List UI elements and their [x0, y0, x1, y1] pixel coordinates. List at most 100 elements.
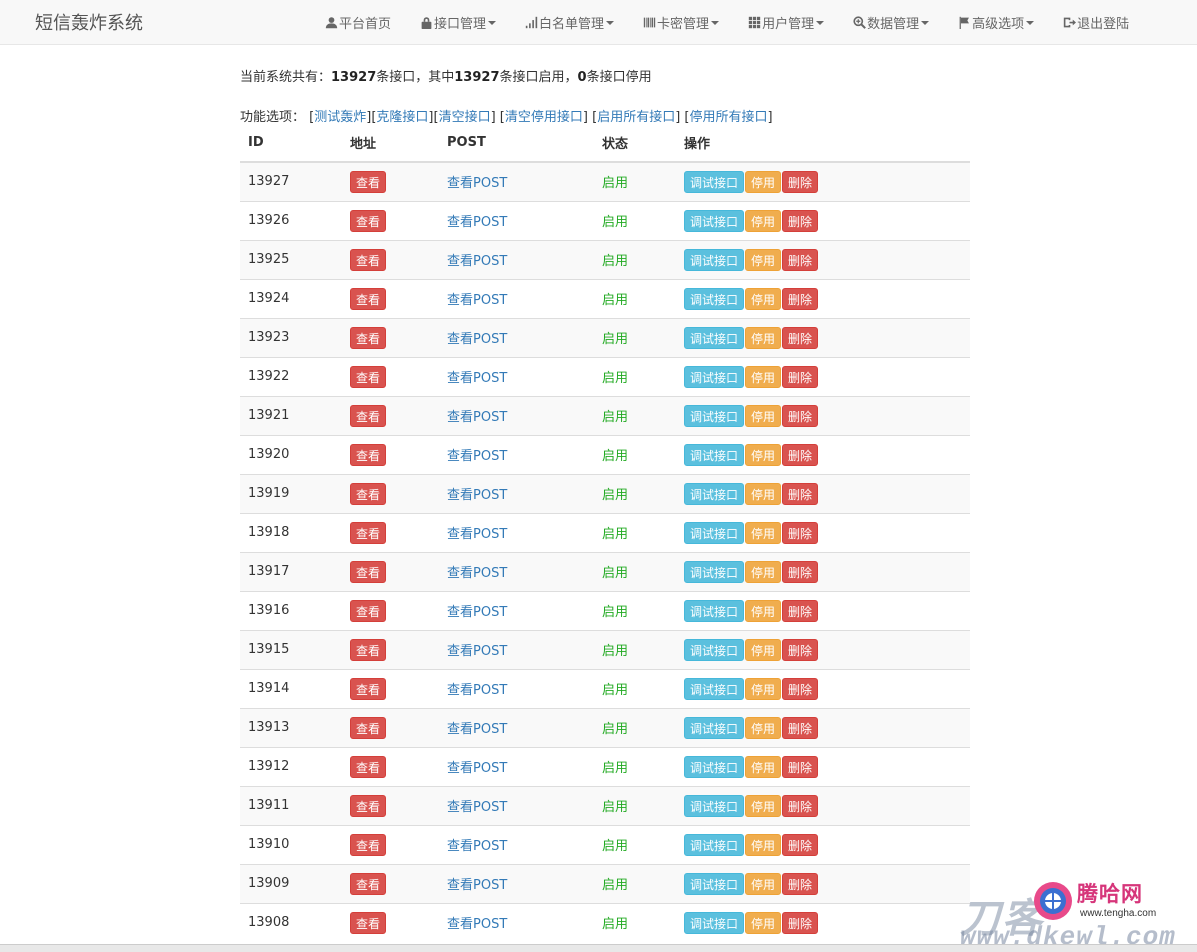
- debug-interface-button[interactable]: 调试接口: [684, 599, 745, 622]
- function-link-3[interactable]: 清空停用接口: [505, 110, 583, 125]
- view-address-button[interactable]: 查看: [350, 833, 387, 856]
- debug-interface-button[interactable]: 调试接口: [684, 911, 745, 934]
- nav-item-2[interactable]: 白名单管理: [510, 0, 628, 45]
- delete-button[interactable]: 删除: [782, 872, 819, 895]
- nav-item-6[interactable]: 高级选项: [943, 0, 1048, 45]
- disable-button[interactable]: 停用: [745, 365, 782, 388]
- delete-button[interactable]: 删除: [782, 716, 819, 739]
- delete-button[interactable]: 删除: [782, 521, 819, 544]
- delete-button[interactable]: 删除: [782, 833, 819, 856]
- view-post-link[interactable]: 查看POST: [447, 839, 507, 854]
- nav-item-1[interactable]: 接口管理: [405, 0, 510, 45]
- delete-button[interactable]: 删除: [782, 170, 819, 193]
- function-link-5[interactable]: 停用所有接口: [690, 110, 768, 125]
- view-post-link[interactable]: 查看POST: [447, 527, 507, 542]
- view-address-button[interactable]: 查看: [350, 716, 387, 739]
- delete-button[interactable]: 删除: [782, 599, 819, 622]
- disable-button[interactable]: 停用: [745, 209, 782, 232]
- view-post-link[interactable]: 查看POST: [447, 878, 507, 893]
- disable-button[interactable]: 停用: [745, 482, 782, 505]
- view-post-link[interactable]: 查看POST: [447, 566, 507, 581]
- view-post-link[interactable]: 查看POST: [447, 293, 507, 308]
- view-post-link[interactable]: 查看POST: [447, 683, 507, 698]
- debug-interface-button[interactable]: 调试接口: [684, 833, 745, 856]
- delete-button[interactable]: 删除: [782, 443, 819, 466]
- disable-button[interactable]: 停用: [745, 638, 782, 661]
- nav-item-0[interactable]: 平台首页: [310, 0, 405, 45]
- view-address-button[interactable]: 查看: [350, 209, 387, 232]
- view-post-link[interactable]: 查看POST: [447, 488, 507, 503]
- delete-button[interactable]: 删除: [782, 794, 819, 817]
- disable-button[interactable]: 停用: [745, 560, 782, 583]
- delete-button[interactable]: 删除: [782, 248, 819, 271]
- view-address-button[interactable]: 查看: [350, 404, 387, 427]
- disable-button[interactable]: 停用: [745, 443, 782, 466]
- delete-button[interactable]: 删除: [782, 365, 819, 388]
- debug-interface-button[interactable]: 调试接口: [684, 365, 745, 388]
- delete-button[interactable]: 删除: [782, 638, 819, 661]
- bottom-scrollbar[interactable]: [0, 944, 1197, 952]
- disable-button[interactable]: 停用: [745, 404, 782, 427]
- function-link-4[interactable]: 启用所有接口: [597, 110, 675, 125]
- view-address-button[interactable]: 查看: [350, 677, 387, 700]
- view-address-button[interactable]: 查看: [350, 755, 387, 778]
- view-post-link[interactable]: 查看POST: [447, 800, 507, 815]
- nav-item-4[interactable]: 用户管理: [733, 0, 838, 45]
- debug-interface-button[interactable]: 调试接口: [684, 716, 745, 739]
- delete-button[interactable]: 删除: [782, 287, 819, 310]
- view-post-link[interactable]: 查看POST: [447, 332, 507, 347]
- view-address-button[interactable]: 查看: [350, 638, 387, 661]
- debug-interface-button[interactable]: 调试接口: [684, 794, 745, 817]
- nav-item-7[interactable]: 退出登陆: [1048, 0, 1143, 45]
- debug-interface-button[interactable]: 调试接口: [684, 872, 745, 895]
- debug-interface-button[interactable]: 调试接口: [684, 287, 745, 310]
- function-link-0[interactable]: 测试轰炸: [314, 110, 366, 125]
- view-post-link[interactable]: 查看POST: [447, 176, 507, 191]
- disable-button[interactable]: 停用: [745, 755, 782, 778]
- delete-button[interactable]: 删除: [782, 755, 819, 778]
- disable-button[interactable]: 停用: [745, 911, 782, 934]
- debug-interface-button[interactable]: 调试接口: [684, 248, 745, 271]
- view-address-button[interactable]: 查看: [350, 599, 387, 622]
- view-post-link[interactable]: 查看POST: [447, 371, 507, 386]
- delete-button[interactable]: 删除: [782, 677, 819, 700]
- view-post-link[interactable]: 查看POST: [447, 761, 507, 776]
- view-address-button[interactable]: 查看: [350, 794, 387, 817]
- nav-item-5[interactable]: 数据管理: [838, 0, 943, 45]
- nav-item-3[interactable]: 卡密管理: [628, 0, 733, 45]
- view-address-button[interactable]: 查看: [350, 911, 387, 934]
- view-address-button[interactable]: 查看: [350, 521, 387, 544]
- view-address-button[interactable]: 查看: [350, 287, 387, 310]
- debug-interface-button[interactable]: 调试接口: [684, 170, 745, 193]
- delete-button[interactable]: 删除: [782, 209, 819, 232]
- function-link-2[interactable]: 清空接口: [439, 110, 491, 125]
- view-post-link[interactable]: 查看POST: [447, 605, 507, 620]
- disable-button[interactable]: 停用: [745, 677, 782, 700]
- disable-button[interactable]: 停用: [745, 287, 782, 310]
- debug-interface-button[interactable]: 调试接口: [684, 755, 745, 778]
- disable-button[interactable]: 停用: [745, 326, 782, 349]
- debug-interface-button[interactable]: 调试接口: [684, 404, 745, 427]
- view-address-button[interactable]: 查看: [350, 365, 387, 388]
- disable-button[interactable]: 停用: [745, 521, 782, 544]
- debug-interface-button[interactable]: 调试接口: [684, 443, 745, 466]
- delete-button[interactable]: 删除: [782, 404, 819, 427]
- disable-button[interactable]: 停用: [745, 248, 782, 271]
- disable-button[interactable]: 停用: [745, 794, 782, 817]
- view-post-link[interactable]: 查看POST: [447, 410, 507, 425]
- view-post-link[interactable]: 查看POST: [447, 449, 507, 464]
- view-address-button[interactable]: 查看: [350, 482, 387, 505]
- brand-title[interactable]: 短信轰炸系统: [35, 9, 143, 35]
- disable-button[interactable]: 停用: [745, 872, 782, 895]
- debug-interface-button[interactable]: 调试接口: [684, 482, 745, 505]
- delete-button[interactable]: 删除: [782, 326, 819, 349]
- delete-button[interactable]: 删除: [782, 560, 819, 583]
- view-post-link[interactable]: 查看POST: [447, 254, 507, 269]
- debug-interface-button[interactable]: 调试接口: [684, 326, 745, 349]
- view-post-link[interactable]: 查看POST: [447, 917, 507, 932]
- delete-button[interactable]: 删除: [782, 911, 819, 934]
- view-address-button[interactable]: 查看: [350, 326, 387, 349]
- delete-button[interactable]: 删除: [782, 482, 819, 505]
- view-address-button[interactable]: 查看: [350, 560, 387, 583]
- disable-button[interactable]: 停用: [745, 716, 782, 739]
